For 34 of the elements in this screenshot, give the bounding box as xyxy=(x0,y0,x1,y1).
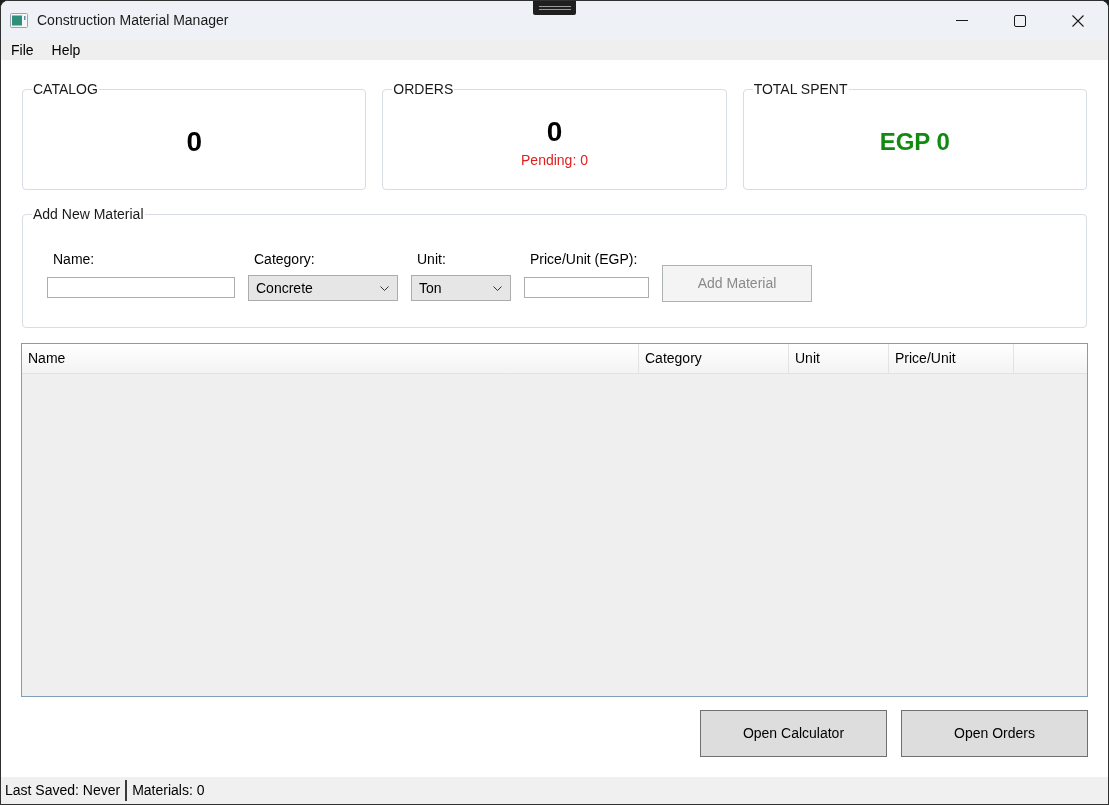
column-header[interactable]: Price/Unit xyxy=(889,344,1014,373)
minimize-icon xyxy=(956,20,968,21)
pending-note: Pending: 0 xyxy=(521,151,588,169)
field-label: Category: xyxy=(253,250,315,268)
close-icon xyxy=(1072,14,1084,27)
window-title: Construction Material Manager xyxy=(37,11,229,30)
card-title: ORDERS xyxy=(392,81,455,98)
app-window-icon xyxy=(10,13,28,28)
action-button[interactable]: Open Orders xyxy=(901,710,1088,757)
chevron-down-icon xyxy=(493,285,502,291)
card-value: EGP 0 xyxy=(879,127,950,157)
status-text: Materials: 0 xyxy=(132,781,205,800)
status-text: Last Saved: Never xyxy=(5,781,121,800)
action-button[interactable]: Open Calculator xyxy=(700,710,887,757)
card-title: CATALOG xyxy=(32,81,99,98)
menu-item[interactable]: File xyxy=(4,40,41,60)
field-label: Unit: xyxy=(416,250,446,268)
card-title: TOTAL SPENT xyxy=(752,81,849,98)
maximize-icon xyxy=(1014,14,1026,27)
column-header[interactable]: Category xyxy=(639,344,789,373)
field-label: Name: xyxy=(52,250,95,268)
group-title: Add New Material xyxy=(32,206,145,223)
menu-item[interactable]: Help xyxy=(44,40,88,60)
text-input[interactable] xyxy=(524,276,649,298)
column-header[interactable]: Name xyxy=(22,344,639,373)
dropdown[interactable]: Ton xyxy=(411,275,511,301)
chevron-down-icon xyxy=(380,285,389,291)
field-label: Price/Unit (EGP): xyxy=(529,250,638,268)
card-value: 0 xyxy=(186,125,202,159)
card-value: 0 xyxy=(546,115,563,149)
text-input[interactable] xyxy=(47,276,235,298)
snap-handle-icon[interactable] xyxy=(533,1,576,15)
column-header[interactable]: Unit xyxy=(789,344,889,373)
dropdown[interactable]: Concrete xyxy=(248,275,398,301)
